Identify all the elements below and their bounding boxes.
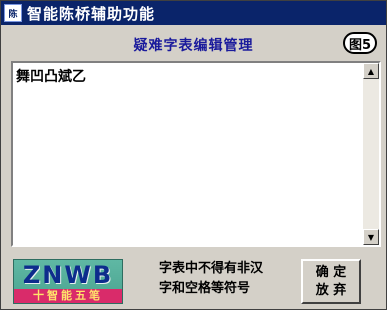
figure-badge: 图5 <box>343 32 377 54</box>
char-table-editor[interactable]: 舞凹凸斌乙 ▲ ▼ <box>11 61 381 247</box>
editor-content[interactable]: 舞凹凸斌乙 <box>16 66 359 86</box>
ok-button[interactable]: 确 定 放 弃 <box>301 259 361 304</box>
ok-button-label: 确 定 <box>315 264 347 280</box>
notice-text: 字表中不得有非汉 字和空格等符号 <box>159 259 289 299</box>
logo-subtitle: 十智能五笔 <box>14 289 122 303</box>
scroll-up-icon[interactable]: ▲ <box>363 63 379 79</box>
title-bar[interactable]: 陈 智能陈桥辅助功能 <box>1 1 386 25</box>
app-icon: 陈 <box>4 4 22 22</box>
znwb-logo: ZNWB 十智能五笔 <box>13 259 123 304</box>
notice-line-2: 字和空格等符号 <box>159 281 251 296</box>
dialog-heading: 疑难字表编辑管理 <box>133 38 254 54</box>
vertical-scrollbar[interactable]: ▲ ▼ <box>363 63 379 245</box>
notice-line-1: 字表中不得有非汉 <box>159 261 264 276</box>
logo-title: ZNWB <box>22 261 114 289</box>
dialog-window: 陈 智能陈桥辅助功能 疑难字表编辑管理 图5 舞凹凸斌乙 ▲ ▼ ZNWB 十智… <box>0 0 387 310</box>
window-title: 智能陈桥辅助功能 <box>27 4 156 23</box>
scroll-down-icon[interactable]: ▼ <box>363 229 379 245</box>
cancel-button-label: 放 弃 <box>315 282 347 298</box>
